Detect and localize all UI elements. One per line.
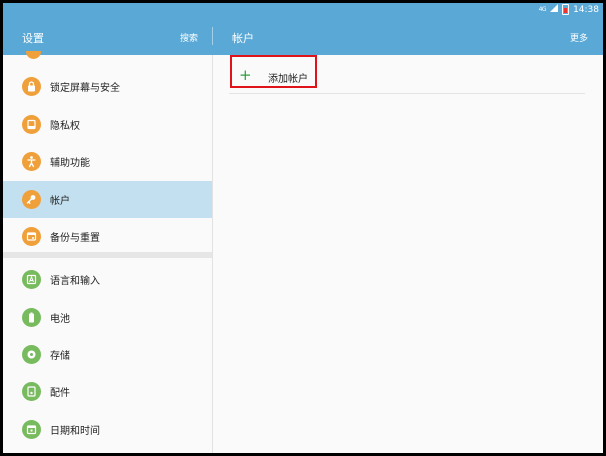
privacy-icon [22,115,41,134]
sidebar-item-label: 备份与重置 [50,233,100,244]
sidebar-item-storage[interactable]: 存储 [3,336,212,373]
settings-sidebar[interactable]: 锁定屏幕与安全 隐私权 辅助功能 帐户 备份与重置 语言和输入 电池 存储 配件… [3,51,213,453]
calendar-icon [22,420,41,439]
settings-title: 设置 [22,32,44,45]
sidebar-item-accessories[interactable]: 配件 [3,373,212,410]
search-button[interactable]: 搜索 [180,31,198,44]
sidebar-item-label: 电池 [50,314,70,325]
partial-item-icon [26,51,41,59]
battery-status-icon [562,4,570,15]
key-icon [22,190,41,209]
sidebar-item-label: 配件 [50,388,70,399]
sidebar-item-label: 日期和时间 [50,426,100,437]
accounts-panel: + 添加帐户 [213,55,603,453]
sidebar-item-backup-reset[interactable]: 备份与重置 [3,218,212,255]
sidebar-item-date-time[interactable]: 日期和时间 [3,411,212,448]
accessibility-icon [22,152,41,171]
storage-icon [22,345,41,364]
backup-icon [22,227,41,246]
lock-icon [22,77,41,96]
more-button[interactable]: 更多 [570,31,588,44]
screen: 4G 14:38 设置 搜索 帐户 更多 锁定屏幕与安全 隐私权 辅助功能 帐户… [3,3,603,453]
signal-indicator: 4G [538,6,547,13]
battery-icon [22,308,41,327]
accounts-title: 帐户 [232,32,254,45]
sidebar-item-battery[interactable]: 电池 [3,299,212,336]
highlight-box [230,55,317,88]
app-bar: 设置 搜索 帐户 更多 [3,17,603,55]
sidebar-item-accessibility[interactable]: 辅助功能 [3,143,212,180]
sidebar-item-label: 存储 [50,351,70,362]
sidebar-item-label: 语言和输入 [50,276,100,287]
language-icon [22,270,41,289]
section-divider [3,252,212,258]
appbar-divider [212,27,213,45]
sidebar-item-label: 帐户 [50,196,70,207]
status-bar: 4G 14:38 [3,3,603,17]
sidebar-item-language-input[interactable]: 语言和输入 [3,261,212,298]
sidebar-item-label: 隐私权 [50,121,80,132]
sidebar-item-label: 锁定屏幕与安全 [50,83,120,94]
sidebar-item-lock-screen-security[interactable]: 锁定屏幕与安全 [3,68,212,105]
sidebar-item-accounts[interactable]: 帐户 [3,181,212,218]
accessory-icon [22,382,41,401]
sidebar-item-label: 辅助功能 [50,158,90,169]
sidebar-item-privacy[interactable]: 隐私权 [3,106,212,143]
signal-bars-icon [550,4,559,15]
status-time: 14:38 [573,4,599,15]
